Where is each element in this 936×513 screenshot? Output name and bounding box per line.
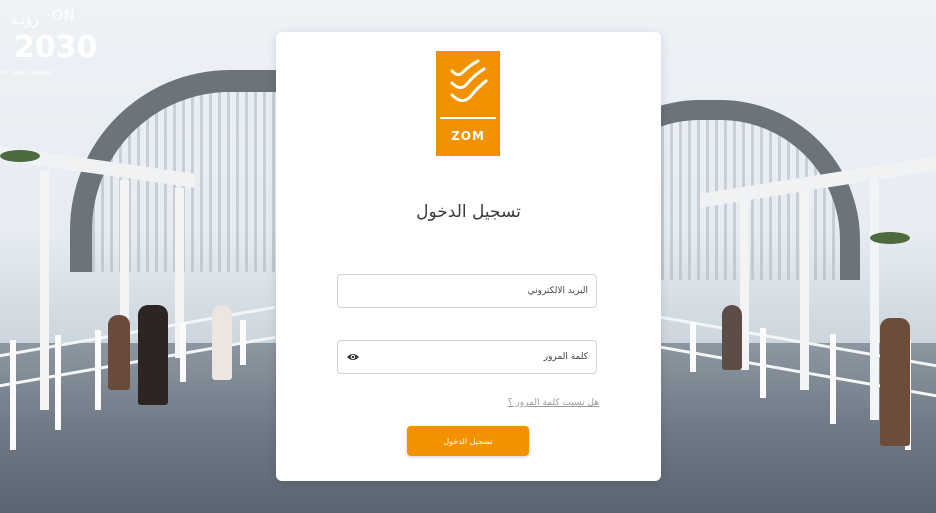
railing-post: [10, 340, 16, 450]
password-input[interactable]: [338, 341, 596, 373]
vision-logo-latin: ON: [52, 8, 76, 24]
railing-post: [830, 334, 836, 424]
page-title: تسجيل الدخول: [416, 202, 521, 222]
railing-post: [690, 322, 696, 372]
eye-icon[interactable]: [346, 352, 360, 362]
checkmarks-icon: [450, 59, 488, 102]
palm-tree: [0, 150, 40, 162]
palm-tree: [870, 232, 910, 244]
email-input[interactable]: [338, 275, 596, 307]
person: [108, 315, 130, 390]
login-card: ZOM تسجيل الدخول هل نسيت كلمة المرور ؟ ت…: [276, 32, 661, 481]
vision-logo-arabic: رؤيـة: [10, 12, 40, 28]
railing-post: [95, 330, 101, 410]
person: [212, 305, 232, 380]
login-button[interactable]: تسجيل الدخول: [407, 426, 529, 456]
person: [880, 318, 910, 446]
brand-name: ZOM: [451, 129, 485, 143]
vision-2030-logo: رؤيـة ON 2030 OF SAUDI ARABIA: [0, 8, 98, 78]
column: [40, 170, 49, 410]
vision-logo-number: 2030: [14, 30, 98, 65]
railing-post: [760, 328, 766, 398]
person: [138, 305, 168, 405]
brand-logo: ZOM: [436, 51, 500, 156]
email-field[interactable]: [337, 274, 597, 308]
column: [800, 190, 809, 390]
person: [722, 305, 742, 370]
railing-post: [55, 335, 61, 430]
forgot-password-link[interactable]: هل نسيت كلمة المرور ؟: [508, 398, 599, 408]
vision-logo-ksa: OF SAUDI ARABIA: [0, 70, 53, 77]
railing-post: [180, 322, 186, 382]
railing-post: [240, 320, 246, 365]
logo-divider: [440, 117, 496, 119]
password-field[interactable]: [337, 340, 597, 374]
